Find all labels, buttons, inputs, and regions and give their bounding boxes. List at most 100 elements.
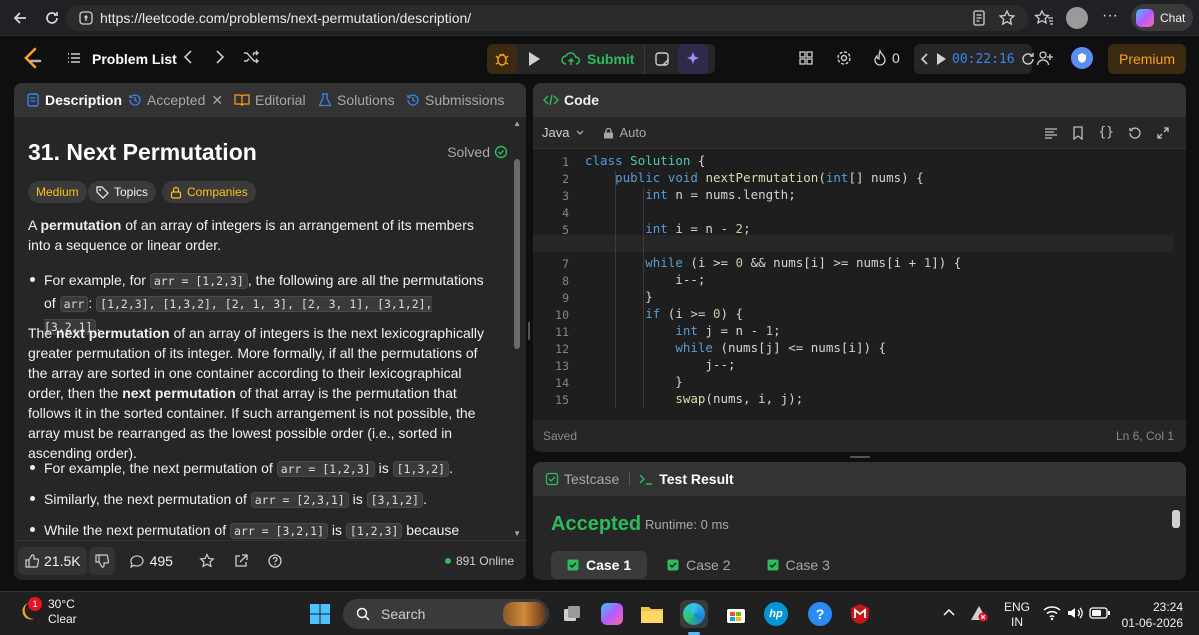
show-hidden-icons-chevron-icon[interactable]: [942, 606, 956, 618]
site-info-icon[interactable]: [78, 10, 94, 26]
terminal-icon: [639, 474, 653, 485]
help-app-icon[interactable]: ?: [806, 600, 834, 628]
code-line[interactable]: swap(nums, i, j);: [585, 391, 803, 406]
case-tab[interactable]: Case 3: [751, 551, 846, 579]
settings-gear-icon[interactable]: [835, 49, 853, 67]
taskbar-search[interactable]: Search: [343, 599, 549, 629]
url-text[interactable]: https://leetcode.com/problems/next-permu…: [100, 10, 471, 26]
code-editor[interactable]: 123456789101112131415 class Solution { p…: [533, 153, 1186, 437]
auto-mode-toggle[interactable]: Auto: [603, 125, 646, 140]
companies-chip[interactable]: Companies: [162, 181, 256, 203]
note-icon[interactable]: [644, 44, 678, 74]
layout-grid-icon[interactable]: [798, 50, 814, 66]
topics-chip[interactable]: Topics: [88, 181, 157, 203]
profile-avatar[interactable]: [1066, 7, 1088, 29]
microsoft-store-icon[interactable]: [722, 600, 750, 628]
scrollbar-down-arrow[interactable]: ▼: [513, 529, 521, 538]
copilot-chat-button[interactable]: Chat: [1131, 4, 1193, 31]
weather-widget[interactable]: 1 30°C Clear: [16, 597, 77, 627]
mcafee-icon[interactable]: [846, 600, 874, 628]
run-play-icon[interactable]: [517, 44, 551, 74]
code-line[interactable]: while (nums[j] <= nums[i]) {: [585, 340, 886, 355]
timer-play-icon[interactable]: [936, 53, 946, 65]
battery-icon[interactable]: [1089, 606, 1111, 620]
case-tab[interactable]: Case 1: [551, 551, 648, 579]
tab-code[interactable]: Code: [543, 92, 599, 108]
horizontal-resize-handle[interactable]: [850, 456, 870, 458]
wifi-icon[interactable]: [1043, 605, 1061, 621]
paragraph-next-permutation: The next permutation of an array of inte…: [28, 325, 484, 461]
windows-start-icon[interactable]: [306, 600, 334, 628]
back-arrow-icon[interactable]: [10, 8, 30, 28]
problem-list-link[interactable]: Problem List: [92, 51, 177, 67]
like-button[interactable]: 21.5K: [18, 546, 87, 575]
system-clock[interactable]: 23:24 01-06-2026: [1122, 599, 1183, 631]
tab-description[interactable]: Description: [26, 83, 122, 117]
code-line[interactable]: j--;: [585, 357, 735, 372]
code-line[interactable]: [585, 238, 593, 253]
result-scrollbar[interactable]: [1172, 510, 1180, 528]
code-line[interactable]: if (i >= 0) {: [585, 306, 743, 321]
code-line[interactable]: while (i >= 0 && nums[i] >= nums[i + 1])…: [585, 255, 961, 270]
input-language[interactable]: ENG IN: [1004, 600, 1030, 630]
file-explorer-icon[interactable]: [638, 600, 666, 628]
tab-testcase[interactable]: Testcase: [545, 471, 619, 487]
list-icon[interactable]: [66, 50, 82, 66]
reset-code-icon[interactable]: [1128, 126, 1142, 140]
tab-submissions[interactable]: Submissions: [406, 83, 504, 117]
share-external-icon[interactable]: [233, 553, 249, 569]
braces-icon[interactable]: {}: [1098, 125, 1114, 140]
description-scrollbar[interactable]: [514, 159, 520, 349]
timer-collapse-icon[interactable]: [920, 52, 930, 66]
code-line[interactable]: i--;: [585, 272, 705, 287]
network-alert-icon[interactable]: [970, 604, 988, 622]
next-problem-icon[interactable]: [214, 48, 226, 66]
expand-icon[interactable]: [1156, 126, 1170, 140]
tab-test-result[interactable]: Test Result: [638, 471, 734, 487]
thumbs-down-icon[interactable]: [88, 546, 115, 575]
format-lines-icon[interactable]: [1044, 126, 1058, 140]
vertical-resize-handle[interactable]: [528, 322, 530, 340]
favorite-star-icon[interactable]: [998, 9, 1016, 27]
bookmark-icon[interactable]: [1072, 126, 1084, 140]
more-menu-icon[interactable]: ···: [1102, 7, 1118, 25]
code-line[interactable]: [585, 204, 593, 219]
comments-button[interactable]: 495: [129, 553, 173, 569]
help-question-icon[interactable]: [267, 553, 283, 569]
address-bar[interactable]: https://leetcode.com/problems/next-permu…: [66, 5, 1028, 31]
submit-button[interactable]: Submit: [551, 44, 644, 74]
prev-problem-icon[interactable]: [182, 48, 194, 66]
chat-label: Chat: [1160, 10, 1186, 25]
code-line[interactable]: int n = nums.length;: [585, 187, 796, 202]
code-line[interactable]: int i = n - 2;: [585, 221, 750, 236]
reload-icon[interactable]: [42, 8, 62, 28]
language-select[interactable]: Java: [542, 125, 585, 140]
reader-mode-icon[interactable]: [970, 9, 988, 27]
ai-sparkle-icon[interactable]: [678, 44, 709, 74]
user-avatar[interactable]: [1071, 47, 1093, 69]
code-line[interactable]: public void nextPermutation(int[] nums) …: [585, 170, 924, 185]
tab-editorial[interactable]: Editorial: [234, 83, 306, 117]
close-tab-icon[interactable]: ✕: [211, 92, 223, 109]
tab-solutions[interactable]: Solutions: [318, 83, 395, 117]
task-view-icon[interactable]: [558, 600, 586, 628]
leetcode-logo-icon[interactable]: [22, 47, 44, 71]
thumbs-up-icon: [25, 553, 40, 568]
shuffle-icon[interactable]: [242, 48, 260, 66]
debug-icon[interactable]: [487, 44, 517, 74]
case-tab[interactable]: Case 2: [651, 551, 746, 579]
favorite-star-icon[interactable]: [199, 552, 215, 569]
favorites-bar-icon[interactable]: [1034, 8, 1054, 28]
scrollbar-up-arrow[interactable]: ▲: [513, 119, 521, 128]
premium-button[interactable]: Premium: [1108, 44, 1186, 74]
copilot-taskbar-icon[interactable]: [598, 600, 626, 628]
add-user-icon[interactable]: [1036, 49, 1054, 67]
code-line[interactable]: }: [585, 374, 683, 389]
streak-counter[interactable]: 0: [872, 49, 900, 67]
edge-browser-icon[interactable]: [680, 600, 708, 628]
hp-app-icon[interactable]: hp: [762, 600, 790, 628]
code-line[interactable]: class Solution {: [585, 153, 705, 168]
timer-reset-icon[interactable]: [1021, 52, 1035, 66]
volume-icon[interactable]: [1066, 605, 1084, 621]
tab-accepted[interactable]: Accepted ✕: [128, 83, 223, 117]
